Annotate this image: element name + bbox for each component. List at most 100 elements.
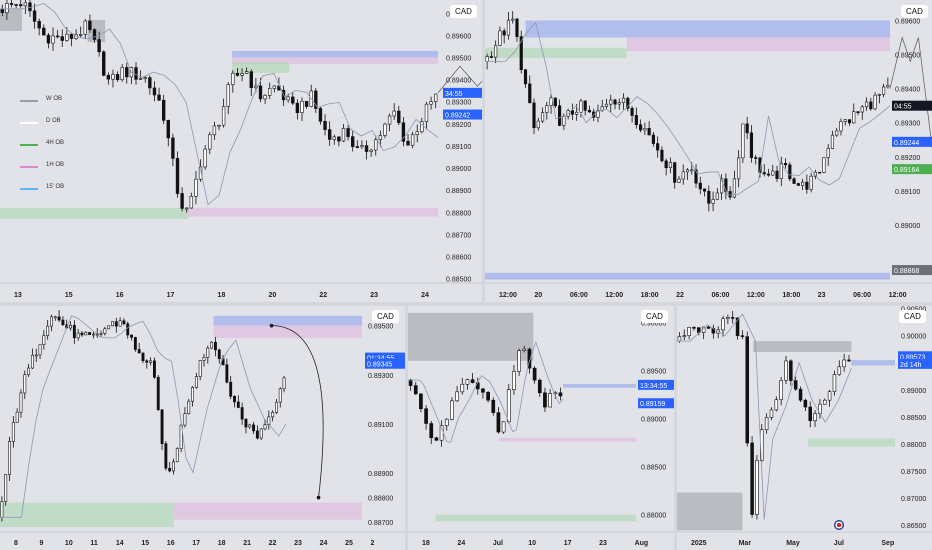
y-tick-label: 0.89300: [368, 373, 393, 380]
candle-body: [823, 399, 827, 405]
candle-body: [864, 101, 869, 108]
y-tick-label: 0.89600: [446, 33, 471, 40]
price-label: 0.89244: [894, 140, 919, 147]
candle-body: [88, 20, 92, 30]
candle-body: [583, 100, 587, 111]
candle-body: [754, 157, 758, 159]
candle-body: [424, 103, 429, 122]
candle-body: [706, 326, 711, 329]
ob-zone-blue_zone: [232, 50, 438, 58]
candle-body: [609, 99, 613, 105]
candle-body: [206, 347, 210, 358]
legend-label: 4H OB: [46, 140, 65, 146]
x-tick-label: 12:00: [889, 292, 907, 299]
candle-body: [191, 387, 195, 402]
candle-body: [23, 2, 28, 7]
candle-body: [406, 140, 410, 146]
candle-body: [254, 85, 258, 88]
candle-body: [114, 321, 118, 327]
candle-body: [248, 424, 252, 428]
x-tick-label: 16: [116, 292, 124, 299]
candle-body: [14, 4, 18, 6]
candle-body: [235, 72, 240, 76]
candle-body: [69, 324, 72, 329]
candle-body: [668, 162, 673, 168]
candle-body: [157, 94, 161, 101]
chart-panel-4h[interactable]: 0.897000.896000.895000.894000.893000.892…: [0, 0, 482, 302]
candle-body: [125, 67, 129, 78]
candle-body: [774, 399, 779, 411]
candle-body: [698, 182, 702, 190]
x-tick-label: 13: [14, 292, 22, 299]
candle-body: [543, 392, 547, 408]
chart-panel-1h[interactable]: 0.89500 0.89300 0.89100 0.88900 0.88700 0.888…: [0, 306, 405, 550]
candle-body: [61, 319, 65, 326]
candle-body: [687, 326, 691, 336]
candle-body: [392, 110, 396, 117]
candle-body: [255, 430, 259, 439]
candle-body: [558, 105, 562, 126]
price-label: 13:34:55: [640, 383, 667, 390]
candle-body: [0, 8, 4, 13]
chart-canvas-15m[interactable]: 0.89600 0.89500 0.89400 0.89300 0.89200 0.891…: [485, 0, 932, 302]
candle-body: [677, 178, 681, 183]
x-tick-label: 17: [167, 292, 175, 299]
candle-body: [55, 35, 60, 38]
candle-body: [378, 135, 383, 140]
candle-body: [434, 93, 438, 102]
candle-body: [429, 423, 434, 439]
x-tick-label: 18: [422, 540, 430, 547]
candle-body: [737, 157, 741, 180]
legend-swatch: [20, 144, 38, 146]
y-tick-label: 0.88700: [368, 520, 393, 527]
candle-body: [511, 18, 515, 21]
y-tick-label: 0.89300: [446, 100, 471, 107]
candle-body: [455, 391, 459, 402]
ob-zone-pink_zone: [213, 325, 362, 338]
candle-body: [130, 334, 133, 338]
candle-body: [229, 381, 233, 397]
chart-panel-15m[interactable]: 0.89600 0.89500 0.89400 0.89300 0.89200 0.891…: [485, 0, 932, 302]
candle-body: [341, 128, 346, 142]
candle-body: [217, 124, 221, 127]
candle-body: [860, 106, 864, 113]
candle-body: [843, 119, 847, 122]
ob-zone-green_zone: [232, 61, 290, 73]
x-tick-label: 18:00: [782, 292, 800, 299]
chart-panel-weekly[interactable]: 0.905000.900000.895000.890000.885000.880…: [677, 306, 932, 550]
y-tick-label: 0.90000: [901, 334, 926, 341]
candle-body: [383, 123, 387, 136]
x-tick-label: 14: [116, 540, 124, 547]
candle-body: [796, 183, 800, 186]
y-tick-label: 0.89500: [368, 324, 393, 331]
candle-body: [286, 96, 290, 101]
legend-swatch: [20, 100, 38, 102]
candle-body: [822, 157, 826, 173]
candle-body: [69, 33, 74, 39]
chart-canvas-1h[interactable]: 0.89500 0.89300 0.89100 0.88900 0.88700 0.888…: [0, 306, 405, 550]
arc-end-point: [316, 495, 321, 500]
candle-body: [809, 175, 813, 190]
y-tick-label: 0.89200: [895, 155, 920, 162]
x-tick-label: 24: [457, 540, 465, 547]
candle-body: [103, 328, 107, 334]
candle-body: [690, 169, 694, 172]
candle-body: [749, 132, 754, 158]
x-tick-label: 12:00: [605, 292, 623, 299]
candle-body: [721, 318, 725, 331]
candle-body: [517, 350, 521, 372]
candle-body: [832, 374, 837, 393]
x-tick-label: Aug: [635, 540, 649, 547]
chart-canvas-weekly[interactable]: 0.905000.900000.895000.890000.885000.880…: [677, 306, 932, 550]
chart-canvas-daily[interactable]: 0.900000.895000.890000.885000.8800013:34…: [408, 306, 674, 550]
ob-zone-green_zone: [435, 514, 636, 522]
candle-body: [769, 409, 774, 418]
candle-body: [42, 27, 46, 36]
candle-body: [673, 162, 677, 183]
chart-panel-daily[interactable]: 0.90000 0.89500 0.89000 0.88500 0.88000 13:34…: [408, 306, 674, 550]
candle-body: [532, 102, 536, 129]
price-label: 2d 14h: [900, 362, 922, 369]
x-tick-label: 12:00: [499, 292, 517, 299]
candle-body: [818, 171, 822, 174]
candle-body: [558, 392, 563, 397]
